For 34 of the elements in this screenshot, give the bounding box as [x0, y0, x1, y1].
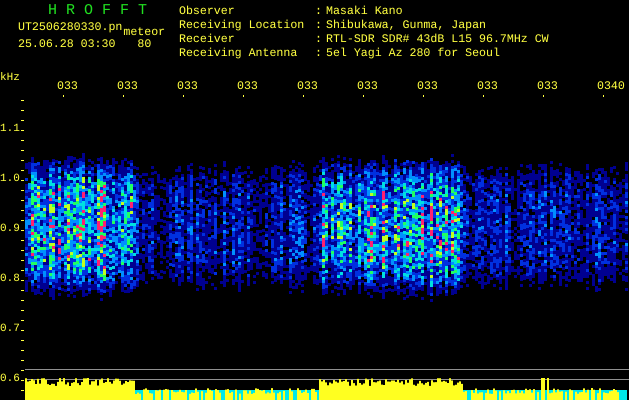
separator: : — [315, 48, 323, 62]
time-label: 033 — [177, 81, 199, 93]
axis-label: 0.7 — [0, 323, 20, 335]
field-value: Shibukawa, Gunma, Japan — [326, 20, 488, 34]
field-label: Receiver — [179, 34, 236, 48]
field-value: RTL-SDR SDR# 43dB L15 96.7MHz CW — [326, 34, 549, 48]
app-title: H R O F F T — [47, 3, 148, 19]
mode-label: meteor — [123, 25, 166, 39]
time-label: 033 — [237, 81, 259, 93]
field-label: Observer — [179, 6, 236, 20]
time-label: 033 — [477, 81, 499, 93]
time-label: 033 — [117, 81, 139, 93]
time-label: 0340 — [597, 81, 625, 93]
date-time: 25.06.28 03:30 — [18, 39, 116, 51]
field-value: 5el Yagi Az 280 for Seoul — [326, 48, 501, 62]
axis-unit: kHz — [0, 72, 20, 84]
separator: : — [315, 20, 323, 34]
file-name: UT2506280330.pn — [18, 20, 122, 36]
axis-label: 0.9 — [0, 223, 20, 235]
time-label: 033 — [57, 81, 79, 93]
axis-label: 0.6 — [0, 373, 20, 385]
axis-label: 0.8 — [0, 273, 20, 285]
axis-label: 1.0 — [0, 173, 20, 185]
separator: : — [315, 34, 323, 48]
separator: : — [315, 6, 323, 20]
time-label: 033 — [417, 81, 439, 93]
time-label: 033 — [297, 81, 319, 93]
field-label: Receiving Antenna — [179, 48, 298, 62]
field-value: Masaki Kano — [326, 6, 404, 20]
time-label: 033 — [357, 81, 379, 93]
time-label: 033 — [537, 81, 559, 93]
field-label: Receiving Location — [179, 20, 306, 34]
axis-label: 1.1 — [0, 123, 20, 135]
count-value: 80 — [137, 39, 152, 51]
